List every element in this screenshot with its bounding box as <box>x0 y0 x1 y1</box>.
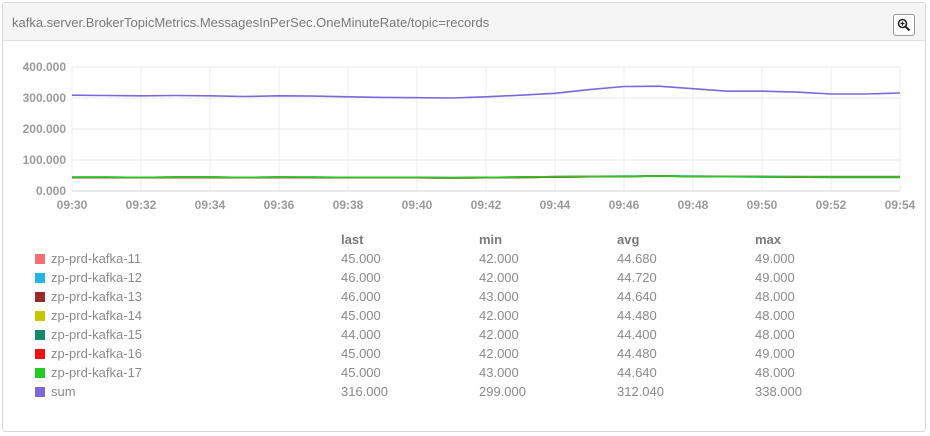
legend-swatch <box>35 387 45 397</box>
legend-last: 45.000 <box>341 251 381 266</box>
chart-grid <box>71 66 901 192</box>
y-tick-label: 300.000 <box>23 91 67 105</box>
legend-series-name: zp-prd-kafka-16 <box>51 346 143 361</box>
legend-swatch <box>35 311 45 321</box>
x-tick-label: 09:44 <box>540 198 571 212</box>
x-tick-label: 09:40 <box>402 198 433 212</box>
legend-last: 45.000 <box>341 365 381 380</box>
x-tick-label: 09:42 <box>471 198 502 212</box>
legend-max: 48.000 <box>755 308 795 323</box>
x-tick-label: 09:30 <box>57 198 88 212</box>
legend-row-zp-prd-kafka-11[interactable]: zp-prd-kafka-11 45.000 42.000 44.680 49.… <box>35 250 835 268</box>
legend-row-zp-prd-kafka-13[interactable]: zp-prd-kafka-13 46.000 43.000 44.640 48.… <box>35 288 835 306</box>
legend-avg: 44.720 <box>617 270 657 285</box>
legend-swatch <box>35 368 45 378</box>
legend-max: 48.000 <box>755 327 795 342</box>
legend-row-zp-prd-kafka-17[interactable]: zp-prd-kafka-17 45.000 43.000 44.640 48.… <box>35 364 835 382</box>
x-tick-label: 09:34 <box>195 198 226 212</box>
legend-max: 49.000 <box>755 346 795 361</box>
x-tick-label: 09:32 <box>126 198 157 212</box>
y-tick-label: 200.000 <box>23 122 67 136</box>
legend-series-name: zp-prd-kafka-15 <box>51 327 143 342</box>
x-tick-label: 09:48 <box>678 198 709 212</box>
legend-min: 42.000 <box>479 327 519 342</box>
legend-avg: 44.400 <box>617 327 657 342</box>
legend-series-name: zp-prd-kafka-14 <box>51 308 143 323</box>
legend-min: 43.000 <box>479 289 519 304</box>
legend-swatch <box>35 273 45 283</box>
legend-row-zp-prd-kafka-14[interactable]: zp-prd-kafka-14 45.000 42.000 44.480 48.… <box>35 307 835 325</box>
legend-max: 49.000 <box>755 251 795 266</box>
legend-avg: 312.040 <box>617 384 664 399</box>
legend-swatch <box>35 292 45 302</box>
legend-series-name: zp-prd-kafka-12 <box>51 270 143 285</box>
y-tick-label: 100.000 <box>23 153 67 167</box>
legend-last: 46.000 <box>341 289 381 304</box>
legend-series-name: zp-prd-kafka-11 <box>51 251 142 266</box>
legend-series-name: zp-prd-kafka-13 <box>51 289 143 304</box>
legend-max: 48.000 <box>755 365 795 380</box>
legend-avg: 44.480 <box>617 308 657 323</box>
legend-swatch <box>35 254 45 264</box>
legend-last: 316.000 <box>341 384 388 399</box>
legend-min: 299.000 <box>479 384 526 399</box>
legend-min: 42.000 <box>479 270 519 285</box>
y-tick-label: 400.000 <box>23 60 67 74</box>
legend-min: 43.000 <box>479 365 519 380</box>
x-tick-label: 09:54 <box>885 198 916 212</box>
legend-last: 44.000 <box>341 327 381 342</box>
legend-swatch <box>35 330 45 340</box>
legend-max: 48.000 <box>755 289 795 304</box>
legend-last: 46.000 <box>341 270 381 285</box>
legend-row-sum[interactable]: sum 316.000 299.000 312.040 338.000 <box>35 383 835 401</box>
legend-last: 45.000 <box>341 346 381 361</box>
y-tick-label: 0.000 <box>36 184 66 198</box>
legend-min: 42.000 <box>479 308 519 323</box>
legend-min: 42.000 <box>479 251 519 266</box>
legend-avg: 44.640 <box>617 289 657 304</box>
legend-series-name: sum <box>51 384 76 399</box>
legend-min: 42.000 <box>479 346 519 361</box>
y-axis: 0.000 100.000 200.000 300.000 400.000 <box>23 60 67 198</box>
legend-max: 338.000 <box>755 384 802 399</box>
legend-avg: 44.680 <box>617 251 657 266</box>
legend-avg: 44.640 <box>617 365 657 380</box>
legend-row-zp-prd-kafka-16[interactable]: zp-prd-kafka-16 45.000 42.000 44.480 49.… <box>35 345 835 363</box>
x-tick-label: 09:52 <box>816 198 847 212</box>
legend-last: 45.000 <box>341 308 381 323</box>
x-tick-label: 09:38 <box>333 198 364 212</box>
legend-max: 49.000 <box>755 270 795 285</box>
legend-avg: 44.480 <box>617 346 657 361</box>
legend-series-name: zp-prd-kafka-17 <box>51 365 143 380</box>
legend-swatch <box>35 349 45 359</box>
x-axis: 09:30 09:32 09:34 09:36 09:38 09:40 09:42 09:44… <box>57 198 916 212</box>
x-tick-label: 09:46 <box>609 198 640 212</box>
legend-row-zp-prd-kafka-15[interactable]: zp-prd-kafka-15 44.000 42.000 44.400 48.… <box>35 326 835 344</box>
x-tick-label: 09:36 <box>264 198 295 212</box>
x-tick-label: 09:50 <box>747 198 778 212</box>
legend-row-zp-prd-kafka-12[interactable]: zp-prd-kafka-12 46.000 42.000 44.720 49.… <box>35 269 835 287</box>
